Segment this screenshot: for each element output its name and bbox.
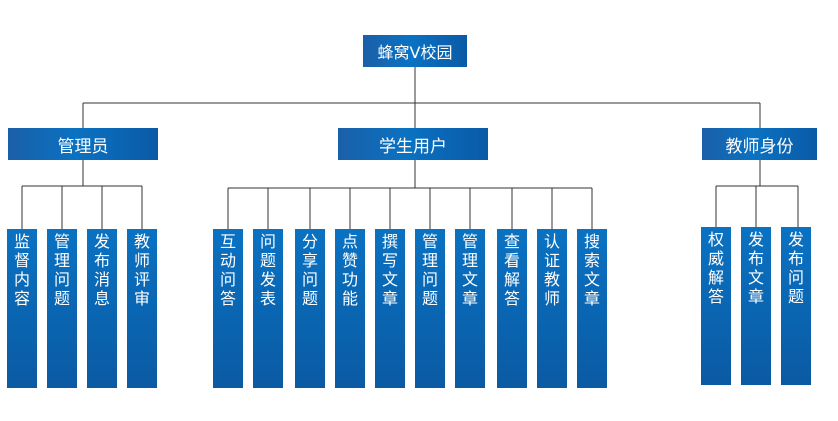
feature-teacher-2: 发布文章 [741, 227, 771, 385]
feature-student-2: 问题发表 [253, 229, 283, 388]
feature-teacher-1: 权威解答 [701, 227, 731, 385]
feature-student-8: 查看解答 [497, 229, 527, 388]
role-admin: 管理员 [8, 128, 158, 160]
feature-student-4: 点赞功能 [335, 229, 365, 388]
feature-student-5: 撰写文章 [375, 229, 405, 388]
feature-admin-3: 发布消息 [87, 229, 117, 388]
root-node: 蜂窝V校园 [363, 35, 467, 67]
role-student-label: 学生用户 [379, 136, 447, 157]
feature-teacher-3: 发布问题 [781, 227, 811, 385]
feature-admin-1: 监督内容 [7, 229, 37, 388]
role-teacher: 教师身份 [702, 128, 817, 160]
feature-student-7: 管理文章 [455, 229, 485, 388]
feature-student-9: 认证教师 [537, 229, 567, 388]
feature-admin-2: 管理问题 [47, 229, 77, 388]
feature-admin-4: 教师评审 [127, 229, 157, 388]
role-admin-label: 管理员 [57, 136, 109, 157]
feature-student-6: 管理问题 [415, 229, 445, 388]
feature-student-10: 搜索文章 [577, 229, 607, 388]
feature-student-3: 分享问题 [295, 229, 325, 388]
role-teacher-label: 教师身份 [725, 136, 794, 157]
root-title: 蜂窝V校园 [377, 43, 453, 62]
feature-student-1: 互动问答 [213, 229, 243, 388]
role-student: 学生用户 [338, 128, 488, 160]
